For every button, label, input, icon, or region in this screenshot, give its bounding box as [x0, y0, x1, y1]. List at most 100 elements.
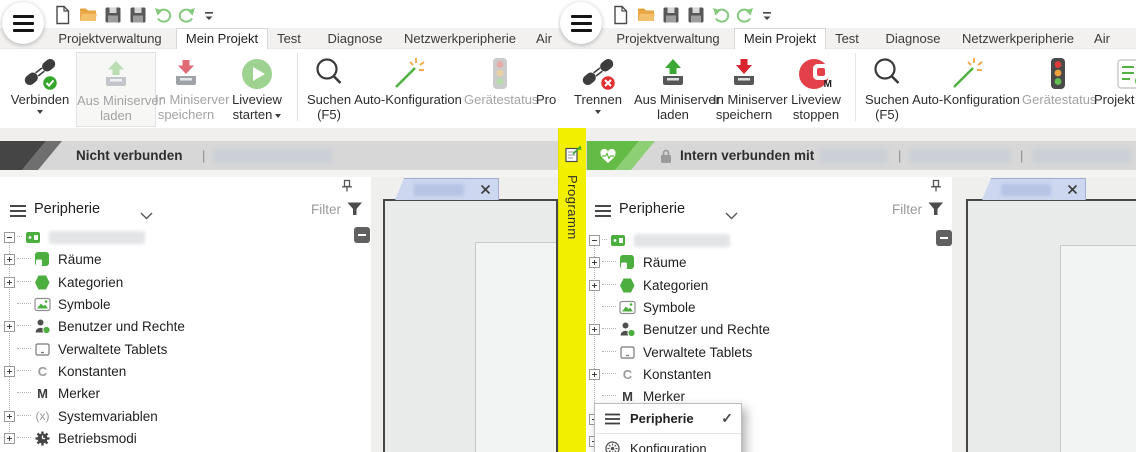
tree-row-root[interactable] [585, 229, 952, 251]
save-as-icon[interactable] [685, 4, 707, 26]
document-tab[interactable] [982, 178, 1086, 200]
close-icon[interactable] [480, 184, 491, 195]
redo-icon[interactable] [734, 4, 756, 26]
tree-row-kategorien[interactable]: Kategorien [585, 274, 952, 296]
expand-icon[interactable] [4, 253, 15, 265]
tab-projektverwaltung[interactable]: Projektverwaltung [50, 30, 170, 47]
collapse-expander-icon[interactable] [4, 231, 15, 243]
in-miniserver-speichern-button[interactable]: In Miniserver speichern [155, 52, 229, 125]
aus-miniserver-laden-button[interactable]: Aus Miniserver laden [76, 52, 163, 127]
aus-miniserver-laden-button[interactable]: Aus Miniserver laden [634, 52, 720, 125]
save-as-icon[interactable] [127, 4, 149, 26]
expand-icon[interactable] [4, 365, 15, 377]
redacted-project-name [214, 149, 332, 163]
filter-label[interactable]: Filter [892, 202, 922, 217]
auto-konfiguration-button[interactable]: Auto-Konfiguration [910, 52, 1022, 125]
chevron-down-icon[interactable] [140, 207, 153, 225]
toolbar-options-icon[interactable] [198, 4, 220, 26]
tab-mein-projekt[interactable]: Mein Projekt [734, 28, 826, 49]
tree-row-root[interactable] [0, 226, 371, 248]
new-file-icon[interactable] [610, 4, 632, 26]
expand-icon[interactable] [4, 432, 15, 444]
collapse-expander-icon[interactable] [589, 234, 600, 246]
undo-icon[interactable] [152, 4, 174, 26]
tree-row-raeume[interactable]: Räume [585, 251, 952, 273]
image-icon [619, 299, 636, 316]
programm-sidebar-tab[interactable]: Programm [558, 128, 586, 452]
pin-icon[interactable] [930, 179, 942, 197]
canvas-page-boundary [1060, 245, 1136, 452]
trennen-button[interactable]: Trennen [564, 52, 632, 125]
filter-funnel-icon[interactable] [347, 202, 363, 221]
tab-diagnose[interactable]: Diagnose [878, 30, 948, 47]
main-area: Peripherie Filter Räume Kategorien Symbo… [558, 177, 1136, 452]
tab-mein-projekt[interactable]: Mein Projekt [176, 28, 268, 49]
tree-row-kategorien[interactable]: Kategorien [0, 271, 371, 293]
open-folder-icon[interactable] [635, 4, 657, 26]
expand-icon[interactable] [589, 256, 600, 268]
expand-icon[interactable] [589, 368, 600, 380]
main-menu-button[interactable] [560, 2, 602, 44]
statusbar-lower-strip [0, 170, 558, 177]
menu-item-peripherie[interactable]: Peripherie ✓ [595, 404, 741, 434]
tree-row-raeume[interactable]: Räume [0, 248, 371, 270]
tree-row-benutzer[interactable]: Benutzer und Rechte [585, 318, 952, 340]
suchen-button[interactable]: Suchen (F5) [303, 52, 355, 125]
suchen-button[interactable]: Suchen (F5) [861, 52, 913, 125]
in-miniserver-speichern-button[interactable]: In Miniserver speichern [713, 52, 787, 125]
auto-konfiguration-button[interactable]: Auto-Konfiguration [352, 52, 464, 125]
document-tab[interactable] [395, 178, 499, 200]
tab-netzwerkperipherie[interactable]: Netzwerkperipherie [398, 30, 522, 47]
tree-row-benutzer[interactable]: Benutzer und Rechte [0, 315, 371, 337]
expand-icon[interactable] [589, 323, 600, 335]
expand-icon[interactable] [4, 410, 15, 422]
program-canvas[interactable] [383, 199, 558, 452]
menu-item-konfiguration[interactable]: Konfiguration [595, 434, 741, 452]
tab-air[interactable]: Air [527, 30, 558, 47]
liveview-stoppen-button[interactable]: M Liveview stoppen [785, 52, 847, 125]
pin-icon[interactable] [341, 179, 353, 197]
redo-icon[interactable] [176, 4, 198, 26]
tab-diagnose[interactable]: Diagnose [320, 30, 390, 47]
undo-icon[interactable] [710, 4, 732, 26]
tree-row-merker[interactable]: M Merker [0, 382, 371, 404]
tab-test[interactable]: Test [826, 30, 868, 47]
projekt-button-partial[interactable]: Projekt [1094, 52, 1136, 125]
tree-row-partial[interactable] [0, 448, 371, 452]
verbinden-button[interactable]: Verbinden [6, 52, 74, 125]
filter-funnel-icon[interactable] [928, 202, 944, 221]
panel-menu-icon[interactable] [8, 203, 28, 224]
tab-test[interactable]: Test [268, 30, 310, 47]
tab-air[interactable]: Air [1085, 30, 1119, 47]
save-icon[interactable] [660, 4, 682, 26]
expand-icon[interactable] [589, 279, 600, 291]
close-icon[interactable] [1067, 184, 1078, 195]
panel-menu-icon[interactable] [593, 203, 613, 224]
tree-row-symbole[interactable]: Symbole [585, 296, 952, 318]
tree-row-konstanten[interactable]: C Konstanten [0, 360, 371, 382]
program-canvas[interactable] [966, 199, 1136, 452]
toolbar-options-icon[interactable] [756, 4, 778, 26]
tab-projektverwaltung[interactable]: Projektverwaltung [608, 30, 728, 47]
room-icon [34, 251, 51, 268]
tree-row-betriebsmodi[interactable]: Betriebsmodi [0, 427, 371, 449]
geraetestatus-button[interactable]: Gerätestatus [1022, 52, 1096, 125]
new-file-icon[interactable] [52, 4, 74, 26]
filter-label[interactable]: Filter [311, 202, 341, 217]
liveview-starten-button[interactable]: Liveview starten [227, 52, 287, 125]
geraetestatus-button[interactable]: Gerätestatus [464, 52, 538, 125]
open-folder-icon[interactable] [77, 4, 99, 26]
expand-icon[interactable] [4, 276, 15, 288]
projekt-button-partial[interactable]: Pro [536, 52, 558, 125]
view-dropdown-menu: Peripherie ✓ Konfiguration Räume [594, 403, 742, 452]
main-menu-button[interactable] [2, 2, 44, 44]
chevron-down-icon[interactable] [725, 207, 738, 225]
tree-row-symbole[interactable]: Symbole [0, 293, 371, 315]
tab-netzwerkperipherie[interactable]: Netzwerkperipherie [956, 30, 1080, 47]
tree-row-konstanten[interactable]: C Konstanten [585, 363, 952, 385]
tree-row-systemvariablen[interactable]: (x) Systemvariablen [0, 405, 371, 427]
tree-row-tablets[interactable]: Verwaltete Tablets [0, 338, 371, 360]
save-icon[interactable] [102, 4, 124, 26]
tree-row-tablets[interactable]: Verwaltete Tablets [585, 341, 952, 363]
expand-icon[interactable] [4, 320, 15, 332]
